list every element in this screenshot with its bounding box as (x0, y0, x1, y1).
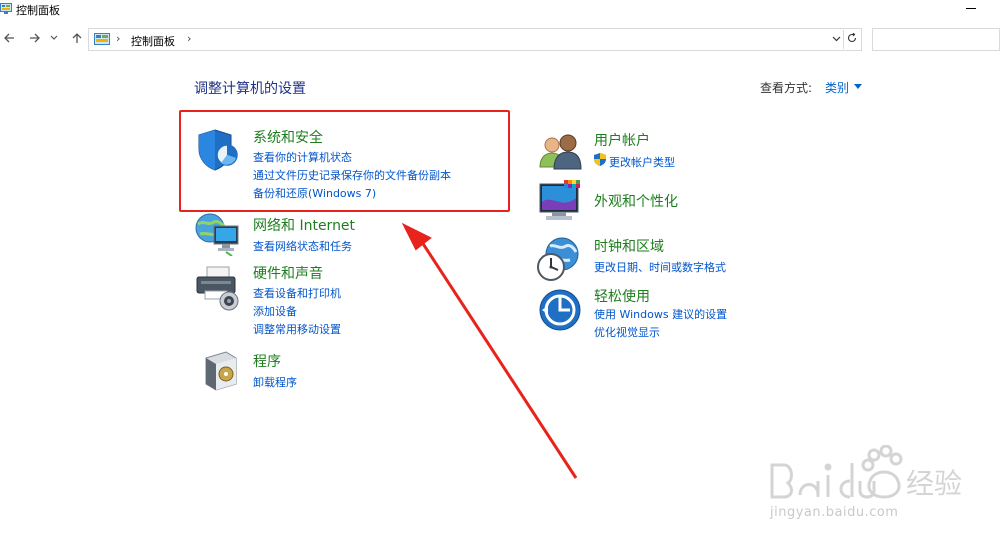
search-input[interactable] (872, 28, 1000, 51)
category-clock-region[interactable]: 时钟和区域 (594, 236, 664, 256)
programs-icon[interactable] (200, 350, 240, 392)
highlight-box-annotation (179, 110, 510, 212)
chevron-down-icon (832, 36, 841, 42)
chevron-down-icon (50, 35, 58, 40)
recent-locations-button[interactable] (48, 28, 60, 48)
appearance-monitor-icon[interactable] (538, 180, 584, 224)
back-button[interactable] (0, 28, 18, 48)
link-date-time-format[interactable]: 更改日期、时间或数字格式 (594, 259, 726, 275)
link-mobility-settings[interactable]: 调整常用移动设置 (253, 321, 341, 337)
link-uninstall-program[interactable]: 卸载程序 (253, 374, 297, 390)
link-network-status[interactable]: 查看网络状态和任务 (253, 238, 352, 254)
view-by-caret-icon[interactable] (854, 84, 862, 89)
navigation-bar: › 控制面板 › (0, 26, 1000, 52)
svg-text:经验: 经验 (906, 467, 962, 500)
view-by-label: 查看方式: (760, 81, 813, 95)
link-devices-printers[interactable]: 查看设备和打印机 (253, 285, 341, 301)
refresh-button[interactable] (843, 30, 859, 49)
title-bar: 控制面板 (0, 0, 1000, 20)
watermark-url: jingyan.baidu.com (770, 505, 899, 520)
clock-globe-icon[interactable] (536, 236, 582, 282)
control-panel-icon (94, 33, 110, 45)
back-arrow-icon (4, 33, 14, 43)
category-hardware-sound[interactable]: 硬件和声音 (253, 263, 323, 283)
forward-button[interactable] (26, 28, 44, 48)
breadcrumb-item-control-panel[interactable]: 控制面板 (131, 33, 175, 49)
category-user-accounts[interactable]: 用户帐户 (594, 130, 650, 150)
refresh-icon (847, 32, 856, 43)
breadcrumb-separator: › (116, 32, 121, 45)
up-button[interactable] (68, 28, 86, 48)
control-panel-app-icon (0, 3, 12, 14)
uac-shield-icon (594, 153, 606, 166)
address-bar[interactable]: › 控制面板 › (88, 28, 862, 51)
minimize-button[interactable] (964, 0, 978, 14)
page-title: 调整计算机的设置 (194, 81, 306, 97)
ease-of-access-icon[interactable] (538, 288, 582, 332)
link-optimize-visual-display[interactable]: 优化视觉显示 (594, 324, 660, 340)
forward-arrow-icon (30, 33, 40, 43)
address-dropdown-button[interactable] (832, 32, 841, 45)
control-panel-window: 控制面板 › 控制面板 › 调整计算机的设置 查看方式: 类别 系统和安全 查看… (0, 0, 1000, 548)
category-programs[interactable]: 程序 (253, 351, 281, 371)
window-title: 控制面板 (16, 4, 60, 17)
link-recommended-settings[interactable]: 使用 Windows 建议的设置 (594, 306, 727, 322)
user-accounts-icon[interactable] (538, 133, 582, 171)
view-by-dropdown[interactable]: 类别 (825, 79, 849, 96)
up-arrow-icon (72, 33, 82, 43)
category-network-internet[interactable]: 网络和 Internet (253, 215, 355, 235)
link-change-account-type[interactable]: 更改帐户类型 (609, 154, 675, 170)
breadcrumb-separator-end[interactable]: › (187, 32, 191, 45)
category-appearance-personalization[interactable]: 外观和个性化 (594, 191, 678, 211)
category-ease-of-access[interactable]: 轻松使用 (594, 286, 650, 306)
link-add-device[interactable]: 添加设备 (253, 303, 297, 319)
network-globe-icon[interactable] (194, 212, 242, 256)
printer-icon[interactable] (195, 265, 241, 311)
